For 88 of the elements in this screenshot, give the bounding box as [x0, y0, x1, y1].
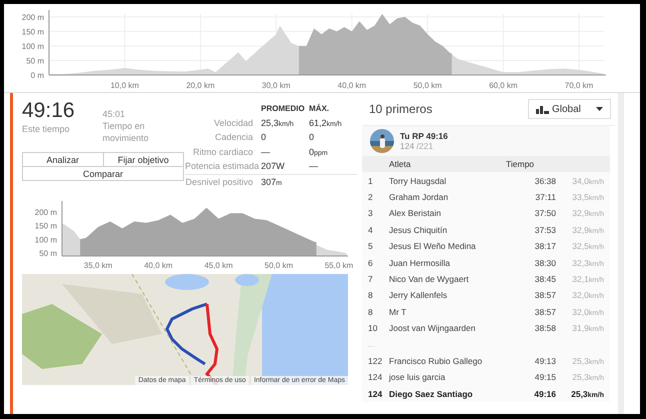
rank: 10	[368, 323, 378, 334]
time: 38:57	[534, 306, 556, 317]
athlete-name: Jesus El Weño Medina	[389, 241, 477, 252]
axis-label: 30,0 km	[262, 81, 290, 90]
athlete-name: jose luis garcia	[389, 372, 446, 382]
time: 38:57	[534, 290, 556, 300]
axis-label: 0 m	[30, 71, 44, 80]
axis-label: 20,0 km	[186, 81, 215, 90]
axis-label: 35,0 km	[84, 261, 112, 270]
athlete-name: Juan Hermosilla	[389, 258, 451, 268]
rank: 8	[368, 306, 374, 317]
axis-label: 50 m	[26, 56, 44, 66]
rank: 6	[368, 258, 374, 268]
athlete-name: Mr T	[389, 306, 408, 317]
athlete-name: Graham Jordan	[389, 192, 450, 202]
action-button[interactable]: Analizar	[22, 152, 104, 167]
axis-label: 40,0 km	[338, 81, 366, 90]
caret-icon	[596, 107, 603, 111]
time: 37:53	[534, 224, 556, 235]
stat-label: Ritmo cardiaco	[192, 146, 254, 157]
gap-marker: ...	[368, 339, 376, 350]
rank: 124	[368, 388, 384, 399]
rank: 3	[368, 208, 374, 218]
time: 49:16	[533, 388, 556, 399]
rank: 8	[368, 290, 374, 300]
athlete-name: Jesus Chiquitín	[389, 224, 448, 235]
athlete-name: Torry Haugsdal	[389, 176, 448, 186]
column-header: MÁX.	[309, 104, 330, 113]
stat-value: 207W	[261, 161, 285, 172]
axis-label: 45,0 km	[204, 261, 233, 270]
athlete-name: Alex Beristain	[389, 208, 442, 218]
athlete-name: Francisco Rubio Gallego	[389, 356, 484, 366]
stat-value: —	[261, 146, 270, 157]
personal-rank: 124 /221	[400, 141, 434, 151]
personal-record: Tu RP 49:16	[400, 131, 448, 141]
axis-label: 200 m	[22, 12, 44, 22]
rank: 7	[368, 274, 374, 284]
time: 36:38	[534, 176, 556, 186]
axis-label: 70,0 km	[564, 81, 594, 90]
stat-label: Potencia estimada	[185, 161, 260, 172]
action-button[interactable]: Comparar	[22, 166, 184, 181]
time: 38:45	[534, 274, 556, 284]
stat-label: Velocidad	[212, 118, 254, 128]
axis-label: 100 m	[22, 42, 44, 51]
rank: 2	[368, 192, 374, 202]
athlete-name: Jerry Kallenfels	[389, 290, 448, 300]
axis-label: 55,0 km	[324, 261, 354, 270]
time: 49:13	[534, 356, 556, 366]
axis-label: 50,0 km	[413, 81, 442, 90]
axis-label: 10,0 km	[110, 81, 139, 90]
axis-label: 40,0 km	[144, 261, 173, 270]
time: 37:11	[534, 192, 556, 202]
stat-value: —	[309, 161, 318, 172]
column-header: PROMEDIO	[261, 104, 306, 113]
time: 38:17	[534, 241, 556, 252]
rank: 122	[368, 356, 384, 366]
moving-time-label: Tiempo en movimiento	[102, 120, 150, 144]
rank: 4	[368, 224, 374, 235]
elapsed-time-label: Este tiempo	[22, 123, 71, 135]
stat-value: 0	[309, 132, 314, 142]
axis-label: 60,0 km	[489, 81, 518, 90]
filter-dropdown[interactable]: Global	[528, 99, 611, 119]
column-header: Atleta	[389, 159, 412, 170]
axis-label: 150 m	[22, 27, 44, 36]
stat-label: Cadencia	[214, 132, 254, 142]
time: 37:50	[534, 208, 556, 218]
bar-chart-icon	[536, 104, 549, 114]
time: 38:30	[534, 258, 556, 268]
rank: 1	[368, 176, 374, 186]
rank: 5	[368, 241, 374, 252]
time: 38:58	[534, 323, 556, 334]
column-header: Tiempo	[506, 159, 536, 170]
moving-time: 45:01	[102, 108, 126, 120]
athlete-name: Joost van Wijngaarden	[389, 323, 476, 334]
athlete-name: Diego Saez Santiago	[389, 388, 474, 399]
stat-label: Desnivel positivo	[185, 176, 254, 187]
axis-label: 50,0 km	[264, 261, 293, 270]
axis-label: 50 m	[39, 249, 57, 258]
elapsed-time: 49:16	[22, 99, 76, 123]
stat-value: 0	[261, 132, 266, 142]
action-button[interactable]: Fijar objetivo	[102, 152, 184, 167]
axis-label: 200 m	[34, 208, 57, 217]
axis-label: 150 m	[34, 222, 57, 231]
leaderboard-title: 10 primeros	[369, 102, 432, 116]
rank: 124	[368, 372, 384, 382]
axis-label: 100 m	[34, 235, 57, 244]
time: 49:15	[534, 372, 556, 382]
athlete-name: Nico Van de Wygaert	[389, 274, 470, 284]
